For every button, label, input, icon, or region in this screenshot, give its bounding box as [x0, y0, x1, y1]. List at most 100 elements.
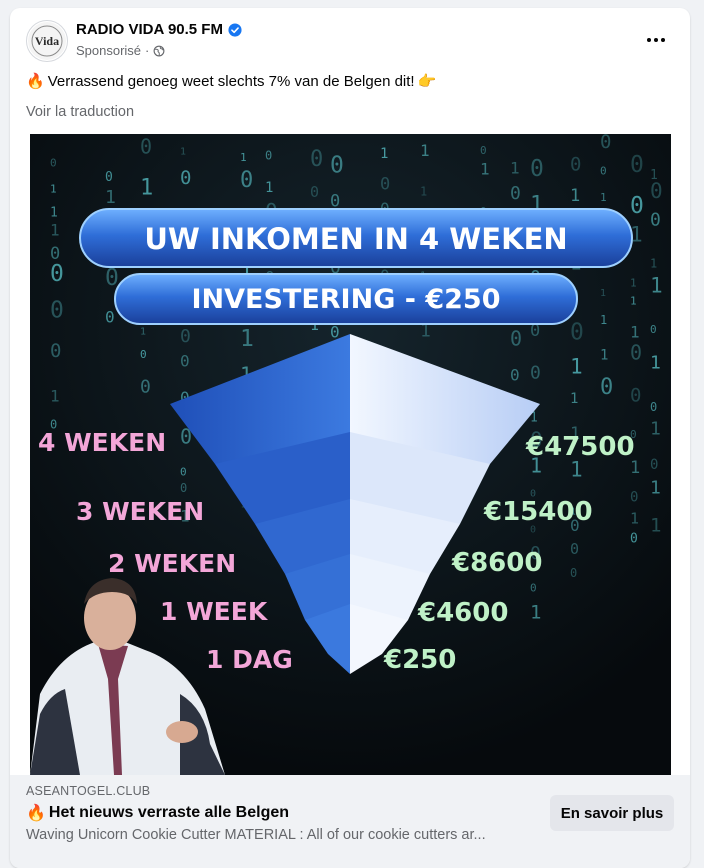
binary-digit: 0 — [650, 323, 657, 336]
avatar-logo-text: Vida — [35, 34, 59, 48]
binary-digit: 1 — [600, 288, 606, 299]
binary-digit: 1 — [650, 515, 661, 537]
binary-digit: 1 — [530, 602, 541, 624]
binary-digit: 1 — [380, 146, 388, 162]
more-options-icon — [647, 38, 651, 42]
binary-digit: 0 — [630, 152, 644, 178]
binary-digit: 1 — [480, 159, 490, 178]
binary-digit: 0 — [630, 193, 644, 219]
ad-image[interactable]: 0111000010010100011001001001000000000110… — [10, 131, 690, 775]
binary-digit: 0 — [180, 352, 190, 371]
binary-digit: 0 — [140, 134, 152, 158]
binary-digit: 0 — [630, 384, 641, 406]
post-text: 🔥 Verrassend genoeg weet slechts 7% van … — [26, 72, 437, 91]
binary-digit: 0 — [50, 261, 64, 287]
binary-digit: 0 — [650, 179, 663, 203]
binary-digit: 0 — [180, 167, 191, 189]
binary-digit: 0 — [650, 400, 657, 414]
binary-digit: 0 — [570, 154, 581, 176]
binary-digit: 0 — [310, 183, 319, 201]
tier-label: 3 WEKEN — [76, 497, 204, 526]
learn-more-button[interactable]: En savoir plus — [550, 795, 674, 831]
link-description: Waving Unicorn Cookie Cutter MATERIAL : … — [26, 827, 486, 843]
fire-emoji: 🔥 — [26, 805, 46, 822]
link-domain: ASEANTOGEL.CLUB — [26, 784, 151, 798]
tier-amount: €250 — [383, 645, 456, 675]
binary-digit: 1 — [50, 386, 60, 405]
binary-digit: 1 — [140, 175, 153, 200]
more-options-dot — [661, 38, 665, 42]
fire-emoji: 🔥 — [26, 73, 45, 90]
binary-digit: 0 — [530, 362, 541, 383]
binary-digit: 1 — [630, 510, 639, 528]
binary-digit: 0 — [570, 319, 584, 345]
tier-label: 4 WEKEN — [38, 428, 166, 457]
binary-digit: 1 — [50, 183, 57, 196]
binary-digit: 0 — [105, 308, 115, 327]
binary-digit: 1 — [650, 274, 663, 298]
ad-image-graphic: 0111000010010100011001001001000000000110… — [30, 131, 671, 775]
binary-digit: 0 — [510, 183, 521, 204]
verified-badge-icon — [228, 22, 242, 37]
binary-digit: 1 — [240, 326, 254, 352]
binary-digit: 0 — [510, 366, 520, 385]
binary-digit: 0 — [330, 152, 344, 178]
binary-digit: 1 — [570, 354, 583, 378]
link-preview[interactable]: ASEANTOGEL.CLUB 🔥 Het nieuws verraste al… — [10, 775, 690, 868]
binary-digit: 1 — [650, 477, 661, 498]
binary-digit: 0 — [105, 170, 113, 185]
binary-digit: 0 — [630, 532, 638, 547]
globe-icon[interactable] — [153, 45, 165, 57]
binary-digit: 0 — [510, 327, 522, 351]
binary-digit: 0 — [650, 457, 658, 473]
sponsored-meta: Sponsorisé · — [76, 43, 165, 58]
binary-digit: 1 — [600, 347, 608, 363]
more-options-button[interactable] — [640, 30, 672, 50]
binary-digit: 0 — [630, 490, 638, 506]
tier-amount: €47500 — [525, 432, 635, 462]
binary-digit: 1 — [650, 418, 661, 439]
binary-digit: 0 — [180, 466, 187, 479]
pointing-hand-emoji: 👉 — [417, 73, 437, 90]
binary-digit: 0 — [265, 149, 272, 163]
investment-text: INVESTERING - €250 — [191, 284, 500, 315]
binary-digit: 1 — [265, 180, 273, 196]
binary-digit: 1 — [630, 277, 637, 290]
binary-digit: 0 — [180, 326, 191, 347]
binary-digit: 1 — [420, 141, 430, 160]
binary-digit: 1 — [650, 352, 661, 373]
tier-amount: €15400 — [483, 497, 593, 527]
link-title-text[interactable]: Het nieuws verraste alle Belgen — [49, 804, 289, 822]
binary-digit: 1 — [140, 326, 146, 337]
binary-digit: 1 — [50, 220, 60, 239]
post-message: Verrassend genoeg weet slechts 7% van de… — [47, 72, 415, 90]
binary-digit: 1 — [240, 151, 247, 164]
binary-digit: 0 — [140, 348, 147, 361]
sponsored-post-card: Vida RADIO VIDA 90.5 FM Sponsorisé · 🔥 V… — [10, 8, 690, 868]
binary-digit: 1 — [600, 313, 607, 327]
binary-digit: 1 — [600, 191, 607, 204]
binary-digit: 0 — [570, 566, 577, 580]
sponsored-label[interactable]: Sponsorisé — [76, 43, 141, 58]
meta-separator: · — [145, 43, 150, 58]
page-avatar[interactable]: Vida — [26, 20, 68, 62]
binary-digit: 0 — [240, 168, 253, 193]
binary-digit: 1 — [570, 391, 578, 407]
tier-label: 1 DAG — [206, 645, 293, 674]
binary-digit: 0 — [380, 175, 390, 195]
binary-digit: 0 — [600, 375, 613, 400]
binary-digit: 1 — [650, 257, 657, 271]
tier-label: 1 WEEK — [160, 597, 269, 626]
binary-digit: 0 — [140, 376, 151, 397]
binary-digit: 0 — [530, 156, 544, 182]
binary-digit: 1 — [420, 184, 427, 198]
page-name-text[interactable]: RADIO VIDA 90.5 FM — [76, 21, 223, 38]
binary-digit: 1 — [510, 159, 520, 178]
binary-digit: 0 — [650, 209, 661, 230]
binary-digit: 1 — [630, 295, 637, 308]
link-title[interactable]: 🔥 Het nieuws verraste alle Belgen — [26, 803, 289, 823]
page-name[interactable]: RADIO VIDA 90.5 FM — [76, 21, 242, 38]
binary-digit: 0 — [480, 144, 487, 157]
see-translation-link[interactable]: Voir la traduction — [26, 104, 134, 120]
binary-digit: 0 — [330, 322, 340, 341]
